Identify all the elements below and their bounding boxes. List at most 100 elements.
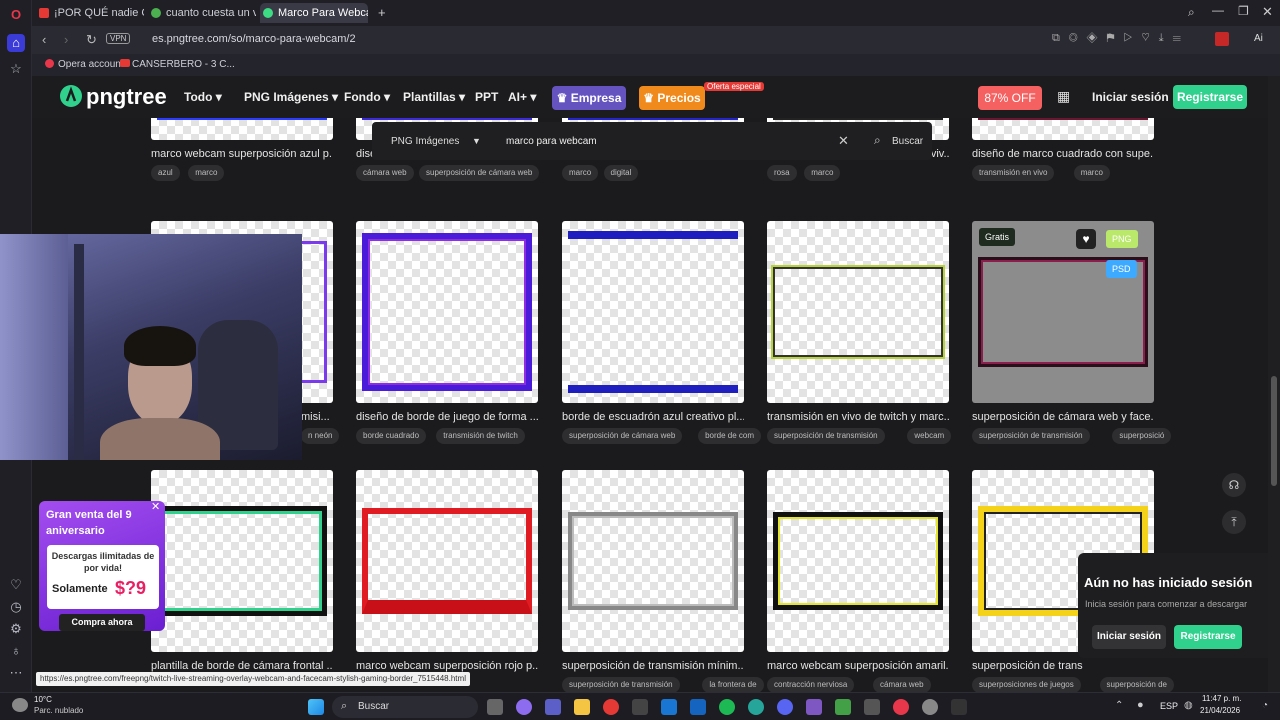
result-card[interactable] <box>972 118 1154 140</box>
result-title[interactable]: marco webcam superposición azul p... <box>151 148 333 160</box>
tag-chip[interactable]: borde cuadrado <box>356 428 427 444</box>
tag-chip[interactable]: marco <box>804 165 841 181</box>
bookmark-canserbero[interactable]: CANSERBERO - 3 C... <box>132 59 235 70</box>
windows-start-icon[interactable] <box>308 699 324 715</box>
opera-logo-icon[interactable]: O <box>7 6 25 24</box>
discord-icon[interactable] <box>777 699 793 715</box>
search-input[interactable]: marco para webcam <box>506 136 597 147</box>
nav-fondo[interactable]: Fondo ▾ <box>344 90 390 104</box>
nav-plantillas[interactable]: Plantillas ▾ <box>403 90 465 104</box>
result-card[interactable] <box>767 470 949 652</box>
minecraft-icon[interactable] <box>835 699 851 715</box>
search-button[interactable]: Buscar <box>892 136 923 147</box>
empresa-button[interactable]: ♛ Empresa <box>552 86 626 110</box>
result-title[interactable]: diseño de borde de juego de forma ... <box>356 411 538 423</box>
history-icon[interactable]: ◷ <box>7 598 25 616</box>
tab-youtube[interactable]: ¡POR QUÉ nadie CANCELA <box>36 3 144 23</box>
scrollbar[interactable] <box>1268 76 1280 692</box>
result-title[interactable]: transmisión en vivo de twitch y marc... <box>767 411 949 423</box>
url-field[interactable]: es.pngtree.com/so/marco-para-webcam/2 <box>152 33 356 45</box>
result-title[interactable]: misi... <box>301 411 341 423</box>
psd-download-button[interactable]: PSD <box>1106 260 1137 278</box>
opera-taskbar-icon[interactable] <box>893 699 909 715</box>
copilot-icon[interactable] <box>516 699 532 715</box>
tag-chip[interactable]: marco <box>562 165 599 181</box>
result-title[interactable]: marco webcam superposición rojo p... <box>356 660 538 672</box>
tag-chip[interactable]: n neón <box>301 428 340 444</box>
tag-chip[interactable]: transmisión en vivo <box>972 165 1055 181</box>
forward-icon[interactable]: › <box>64 32 68 47</box>
gratis-badge[interactable]: Gratis <box>979 228 1016 246</box>
promo-cta-button[interactable]: Compra ahora <box>59 614 145 631</box>
result-title[interactable]: marco webcam superposición amaril... <box>767 660 949 672</box>
heart-icon[interactable]: ♡ <box>7 576 25 594</box>
maximize-icon[interactable]: ❐ <box>1238 4 1249 18</box>
obs-icon[interactable] <box>922 699 938 715</box>
spotify-icon[interactable] <box>719 699 735 715</box>
search-icon[interactable]: ⌕ <box>874 133 881 148</box>
tag-chip[interactable]: la frontera de <box>702 677 764 692</box>
popup-register-button[interactable]: Registrarse <box>1174 625 1242 649</box>
result-card[interactable] <box>356 221 538 403</box>
result-title[interactable]: plantilla de borde de cámara frontal ... <box>151 660 333 672</box>
clock-date[interactable]: 21/04/2026 <box>1200 706 1240 715</box>
back-to-top-icon[interactable]: ⤒ <box>1222 510 1246 534</box>
bookmark-opera-account[interactable]: Opera account <box>58 59 124 70</box>
tag-chip[interactable]: superposiciones de juegos <box>972 677 1081 692</box>
mic-icon[interactable]: ● <box>1137 699 1144 711</box>
tag-chip[interactable]: cámara web <box>873 677 931 692</box>
chrome-icon[interactable] <box>603 699 619 715</box>
star-icon[interactable]: ☆ <box>7 60 25 78</box>
clock-time[interactable]: 11:47 p. m. <box>1202 694 1241 703</box>
pngtree-logo-icon[interactable] <box>59 84 83 108</box>
promo-banner[interactable]: ✕ Gran venta del 9 aniversario Descargas… <box>39 501 165 631</box>
discount-button[interactable]: 87% OFF <box>978 86 1042 110</box>
scrollbar-thumb[interactable] <box>1271 376 1277 486</box>
tag-chip[interactable]: webcam <box>907 428 952 444</box>
tab-google[interactable]: cuanto cuesta un viaje al <box>148 3 256 23</box>
result-card[interactable] <box>562 221 744 403</box>
notification-icon[interactable]: ◔ <box>1262 700 1268 711</box>
result-card[interactable] <box>562 470 744 652</box>
tab-pngtree[interactable]: Marco Para Webcam PNG <box>260 3 368 23</box>
result-card[interactable] <box>972 221 1154 403</box>
minimize-icon[interactable]: — <box>1212 3 1224 17</box>
result-title[interactable]: superposición de trans <box>972 660 1154 672</box>
app-icon[interactable] <box>864 699 880 715</box>
tag-chip[interactable]: contracción nerviosa <box>767 677 855 692</box>
login-link[interactable]: Iniciar sesión <box>1092 90 1169 104</box>
tag-chip[interactable]: marco <box>188 165 225 181</box>
tag-chip[interactable]: superposición de <box>1099 677 1174 692</box>
result-card[interactable] <box>356 470 538 652</box>
clear-icon[interactable]: ✕ <box>838 133 849 149</box>
result-title[interactable]: diseño de marco cuadrado con supe... <box>972 148 1154 160</box>
search-tabs-icon[interactable]: ⌕ <box>1188 5 1195 20</box>
network-icon[interactable]: ◍ <box>1184 700 1193 711</box>
pngtree-logo[interactable]: pngtree <box>86 84 167 110</box>
chevron-down-icon[interactable]: ▼ <box>472 136 481 146</box>
tag-chip[interactable]: superposición de transmisión <box>767 428 885 444</box>
close-window-icon[interactable]: ✕ <box>1262 4 1273 20</box>
tag-chip[interactable]: rosa <box>767 165 797 181</box>
register-button[interactable]: Registrarse <box>1173 85 1247 109</box>
nav-png[interactable]: PNG Imágenes ▾ <box>244 90 338 104</box>
more-icon[interactable]: ⋯ <box>7 664 25 682</box>
nav-ppt[interactable]: PPT <box>475 90 498 104</box>
result-card[interactable] <box>151 470 333 652</box>
store-icon[interactable] <box>661 699 677 715</box>
popup-login-button[interactable]: Iniciar sesión <box>1092 625 1166 649</box>
tag-chip[interactable]: cámara web <box>356 165 414 181</box>
extension-icon[interactable] <box>1215 32 1229 46</box>
file-explorer-icon[interactable] <box>574 699 590 715</box>
vpn-badge[interactable]: VPN <box>106 33 131 44</box>
precios-button[interactable]: ♛ Precios <box>639 86 705 110</box>
result-card[interactable] <box>767 221 949 403</box>
apps-grid-icon[interactable]: ▦ <box>1057 88 1070 105</box>
search-category[interactable]: PNG Imágenes <box>391 136 459 147</box>
tag-chip[interactable]: superposición de cámara web <box>562 428 683 444</box>
result-card[interactable] <box>151 118 333 140</box>
task-view-icon[interactable] <box>487 699 503 715</box>
result-title[interactable]: borde de escuadrón azul creativo pl... <box>562 411 744 423</box>
tag-chip[interactable]: digital <box>603 165 639 181</box>
lightbulb-icon[interactable]: ♁ <box>7 642 25 660</box>
